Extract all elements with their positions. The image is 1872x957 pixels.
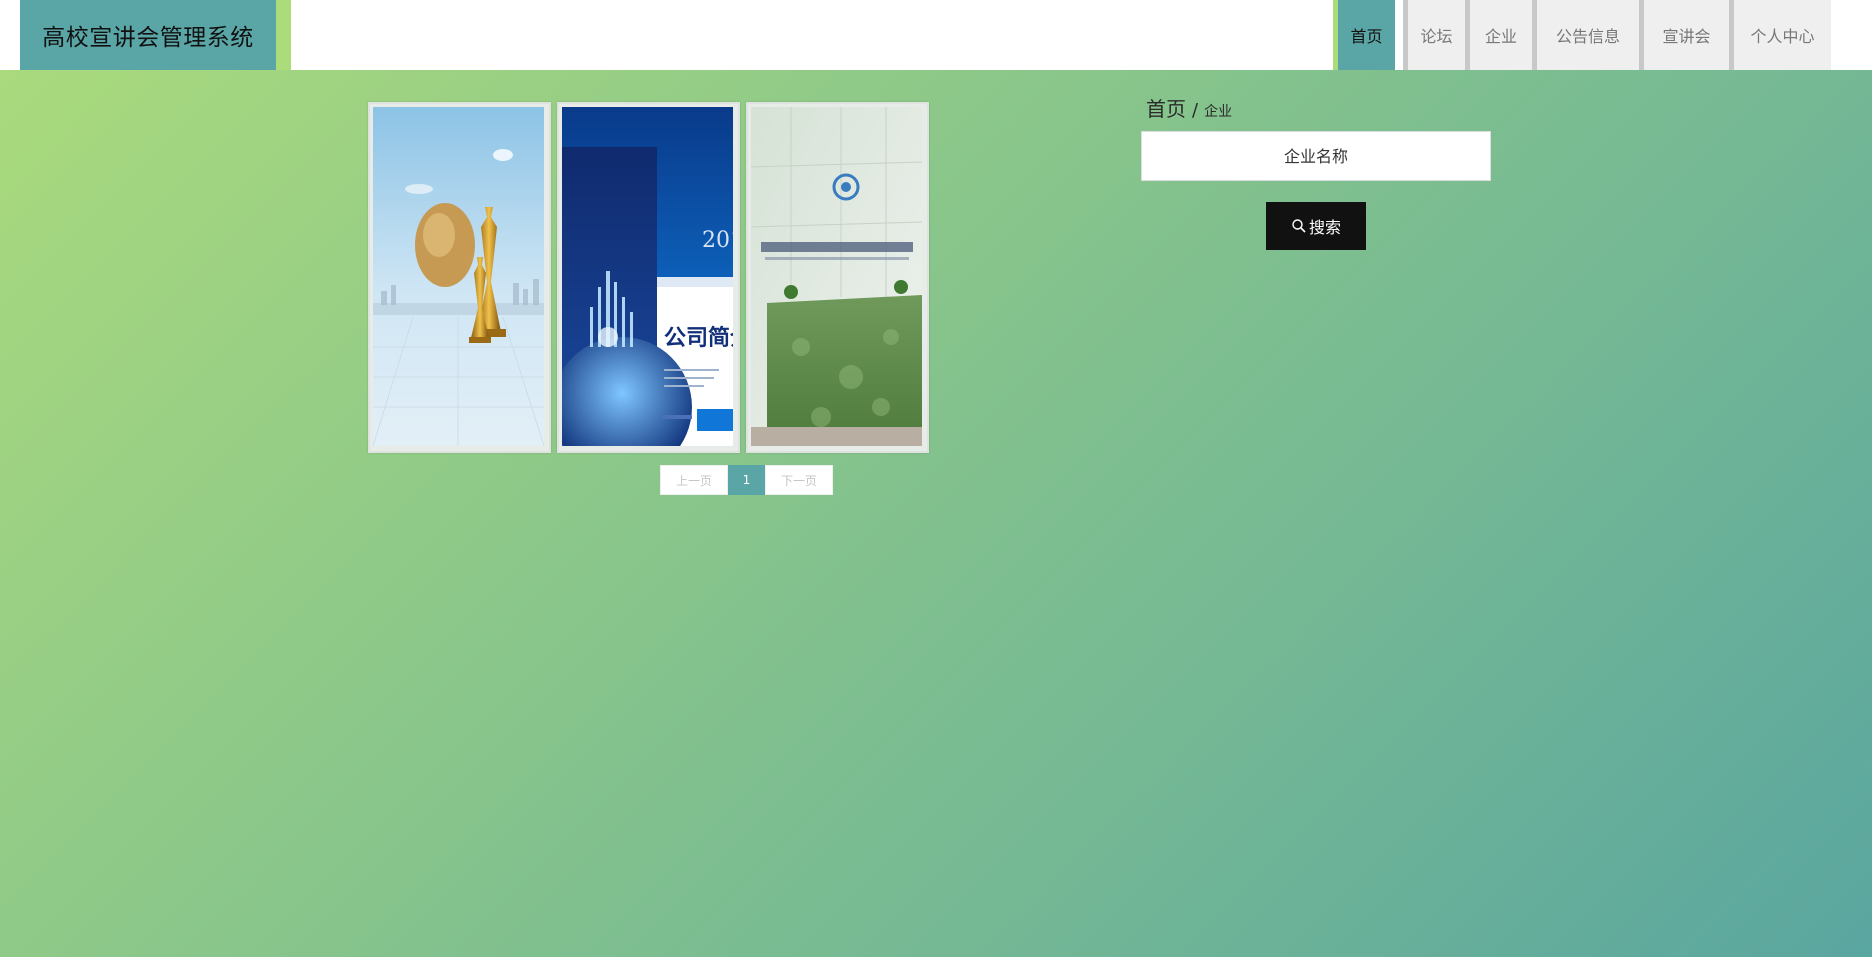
app-logo[interactable]: 高校宣讲会管理系统 — [20, 0, 276, 70]
nav-item-label: 首页 — [1350, 27, 1383, 46]
page-number-button[interactable]: 1 — [728, 465, 765, 495]
search-button-label: 搜索 — [1308, 218, 1341, 237]
nav-item-label: 公告信息 — [1555, 27, 1620, 46]
breadcrumb-home[interactable]: 首页 — [1146, 93, 1186, 122]
app-title: 高校宣讲会管理系统 — [42, 25, 254, 51]
nav-item-label: 宣讲会 — [1662, 27, 1711, 46]
logo-accent-bar — [276, 0, 291, 70]
pagination: 上一页 1 下一页 — [660, 465, 833, 495]
cover-heading-text: 公司简介 — [664, 325, 733, 351]
next-page-button[interactable]: 下一页 — [765, 465, 833, 495]
company-card[interactable] — [746, 102, 929, 453]
breadcrumb-current: 企业 — [1204, 104, 1233, 120]
breadcrumb: 首页 / 企业 — [1146, 93, 1232, 122]
nav-item-label: 个人中心 — [1750, 27, 1815, 46]
nav-item-home[interactable]: 首页 — [1333, 0, 1395, 70]
nav-item-forum[interactable]: 论坛 — [1403, 0, 1465, 70]
company-profile-cover-image: 201X 公司简介 — [562, 107, 735, 448]
company-name-search-input[interactable] — [1141, 131, 1491, 181]
company-gallery: 201X 公司简介 — [368, 102, 929, 453]
company-card[interactable]: 201X 公司简介 — [557, 102, 740, 453]
chess-pieces-egg-city-image — [373, 107, 546, 448]
company-card[interactable] — [368, 102, 551, 453]
nav-item-label: 企业 — [1484, 27, 1517, 46]
cover-year-text: 201X — [702, 228, 733, 253]
office-reception-wall-image — [751, 107, 924, 448]
nav-item-announcements[interactable]: 公告信息 — [1532, 0, 1639, 70]
nav-item-personal-center[interactable]: 个人中心 — [1729, 0, 1831, 70]
nav-item-seminars[interactable]: 宣讲会 — [1639, 0, 1729, 70]
main-nav: 首页 论坛 企业 公告信息 宣讲会 个人中心 — [1333, 0, 1831, 70]
search-icon — [1291, 218, 1307, 234]
search-button[interactable]: 搜索 — [1266, 202, 1366, 250]
nav-item-label: 论坛 — [1420, 27, 1453, 46]
breadcrumb-separator: / — [1192, 100, 1199, 121]
prev-page-button[interactable]: 上一页 — [660, 465, 728, 495]
top-header: 高校宣讲会管理系统 首页 论坛 企业 公告信息 宣讲会 个人中心 — [0, 0, 1872, 70]
nav-item-company[interactable]: 企业 — [1465, 0, 1532, 70]
